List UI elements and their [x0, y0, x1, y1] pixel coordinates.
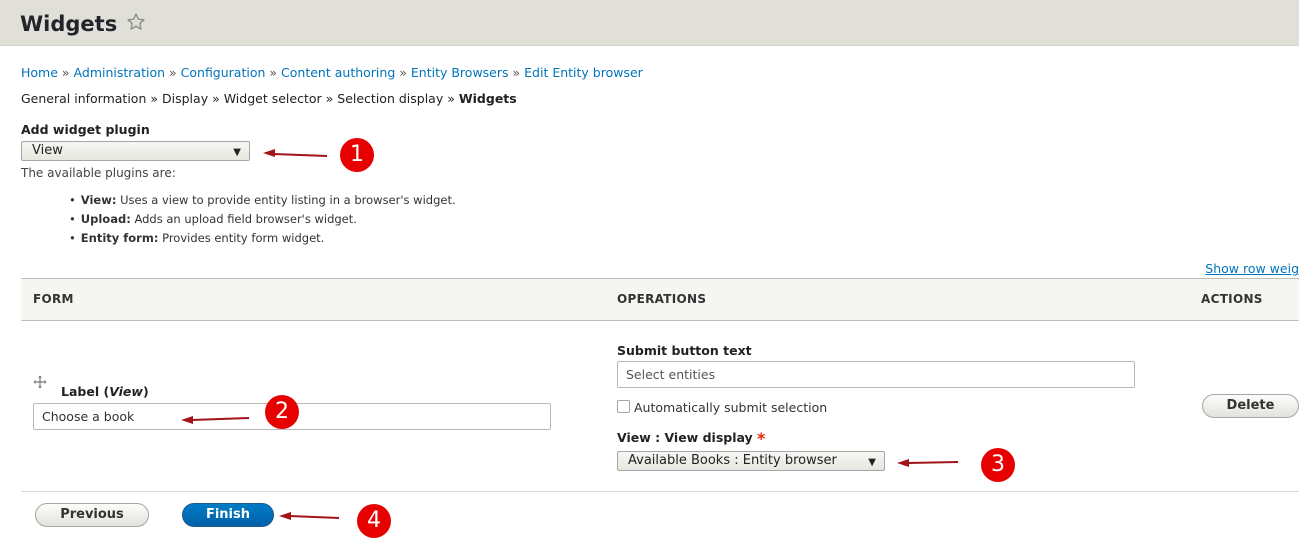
widget-label-label: Label (View): [61, 384, 149, 399]
plugin-desc: Provides entity form widget.: [162, 231, 325, 245]
show-row-weights-link[interactable]: Show row weig: [1205, 261, 1299, 276]
label-prefix: Label (: [61, 384, 110, 399]
breadcrumb: Home » Administration » Configuration » …: [21, 65, 643, 80]
breadcrumb-administration[interactable]: Administration: [74, 65, 165, 80]
table-divider: [21, 491, 1299, 492]
breadcrumb-edit-entity-browser[interactable]: Edit Entity browser: [524, 65, 643, 80]
breadcrumb-home[interactable]: Home: [21, 65, 58, 80]
label-plugin-name: View: [109, 384, 143, 399]
plugin-list: View: Uses a view to provide entity list…: [69, 191, 456, 248]
page-title: Widgets: [20, 12, 118, 36]
step-display: Display: [162, 91, 209, 106]
list-item: View: Uses a view to provide entity list…: [69, 191, 456, 210]
drag-handle-icon[interactable]: [33, 375, 47, 389]
step-separator: »: [325, 91, 334, 106]
add-widget-plugin-label: Add widget plugin: [21, 122, 150, 137]
column-header-operations: OPERATIONS: [617, 292, 707, 306]
plugin-desc: Adds an upload field browser's widget.: [134, 212, 357, 226]
list-item: Upload: Adds an upload field browser's w…: [69, 210, 456, 229]
step-selection-display: Selection display: [337, 91, 444, 106]
view-display-value: Available Books : Entity browser: [628, 453, 837, 468]
step-separator: »: [150, 91, 159, 106]
plugin-select-value: View: [32, 143, 63, 158]
breadcrumb-separator: »: [61, 65, 70, 80]
breadcrumb-separator: »: [512, 65, 521, 80]
plugin-name: View:: [80, 193, 117, 207]
wizard-steps: General information » Display » Widget s…: [21, 91, 517, 106]
plugins-help-text: The available plugins are:: [21, 166, 176, 180]
plugin-name: Entity form:: [80, 231, 159, 245]
breadcrumb-separator: »: [399, 65, 407, 80]
auto-submit-option: Automatically submit selection: [617, 400, 827, 415]
annotation-badge: 2: [265, 395, 299, 429]
submit-button-text-input[interactable]: [617, 361, 1135, 388]
submit-button-text-label: Submit button text: [617, 343, 752, 358]
breadcrumb-separator: »: [269, 65, 278, 80]
auto-submit-checkbox[interactable]: [617, 400, 630, 413]
plugin-desc: Uses a view to provide entity listing in…: [120, 193, 456, 207]
step-general-information: General information: [21, 91, 147, 106]
step-widget-selector: Widget selector: [223, 91, 322, 106]
table-header: FORM OPERATIONS ACTIONS: [21, 278, 1299, 321]
plugin-name: Upload:: [80, 212, 131, 226]
label-suffix: ): [142, 384, 149, 399]
auto-submit-label: Automatically submit selection: [634, 400, 828, 415]
delete-button[interactable]: Delete: [1202, 394, 1299, 418]
list-item: Entity form: Provides entity form widget…: [69, 229, 456, 248]
breadcrumb-separator: »: [169, 65, 177, 80]
view-display-label: View : View display *: [617, 429, 765, 448]
breadcrumb-content-authoring[interactable]: Content authoring: [281, 65, 395, 80]
view-display-label-text: View : View display: [617, 430, 753, 445]
column-header-form: FORM: [33, 292, 74, 306]
column-header-actions: ACTIONS: [1201, 292, 1263, 306]
annotation-badge: 4: [357, 504, 391, 538]
view-display-select[interactable]: Available Books : Entity browser ▼: [617, 451, 885, 471]
finish-button[interactable]: Finish: [182, 503, 274, 527]
breadcrumb-entity-browsers[interactable]: Entity Browsers: [411, 65, 509, 80]
annotation-badge: 3: [981, 448, 1015, 482]
dropdown-arrow-icon: ▼: [233, 147, 241, 158]
required-marker: *: [757, 429, 766, 448]
dropdown-arrow-icon: ▼: [868, 457, 876, 468]
step-current-widgets: Widgets: [458, 91, 517, 106]
previous-button[interactable]: Previous: [35, 503, 149, 527]
step-separator: »: [212, 91, 220, 106]
star-outline-icon[interactable]: [126, 12, 146, 32]
page-header: Widgets: [0, 0, 1299, 46]
breadcrumb-configuration[interactable]: Configuration: [181, 65, 266, 80]
add-widget-plugin-select[interactable]: View ▼: [21, 141, 250, 161]
annotation-badge: 1: [340, 138, 374, 172]
step-separator: »: [447, 91, 455, 106]
